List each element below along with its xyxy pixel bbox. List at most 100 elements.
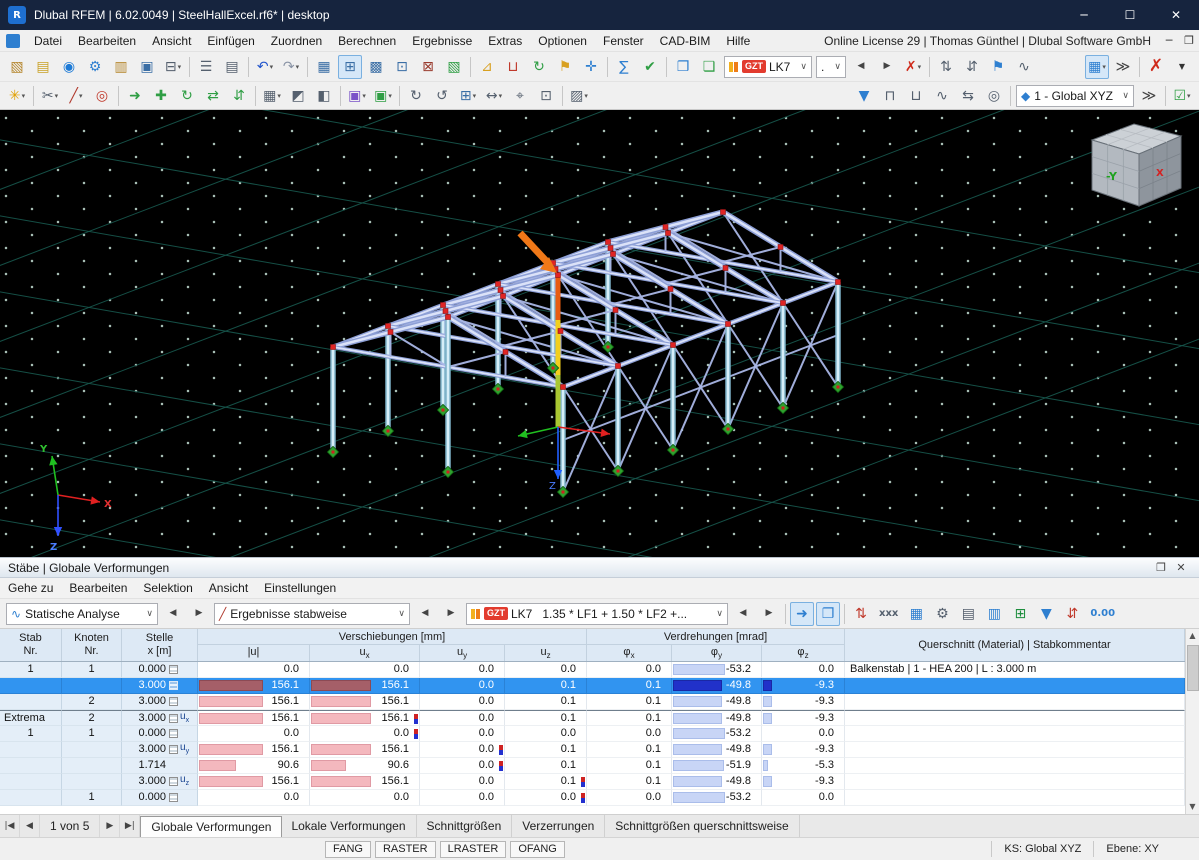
line-tool-icon[interactable]: ╱ ▾ — [64, 84, 88, 108]
table-row[interactable]: 3.000 uz 156.1 156.1 0.0 0.1 0.1 -49.8 -9.3 — [0, 774, 1185, 790]
more-views-icon[interactable]: ≫ — [1137, 84, 1161, 108]
clipping-plane-icon[interactable]: ⊓ — [878, 84, 902, 108]
chevron-down-icon[interactable]: ∨ — [146, 609, 153, 619]
table-row[interactable]: 1 1 0.000 0.0 0.0 0.0 0.0 0.0 -53.2 0.0 Balkenstab… — [0, 662, 1185, 678]
previous-view-icon[interactable]: ↺ — [430, 84, 454, 108]
result-diagram-icon[interactable]: ∿ — [1012, 55, 1036, 79]
column-header-knoten[interactable]: Knoten Nr. — [62, 629, 122, 661]
table-scrollbar[interactable]: ▲ ▼ — [1185, 629, 1199, 814]
copy-tool-icon[interactable]: ✚ — [149, 84, 173, 108]
column-header-uy[interactable]: uy — [420, 645, 505, 661]
maximize-button[interactable]: ☐ — [1107, 0, 1153, 30]
workplane-icon[interactable]: ◩ — [286, 84, 310, 108]
excel-export-icon[interactable]: ⊞ — [1008, 602, 1032, 626]
sync-view-icon[interactable]: ❐ — [816, 601, 840, 626]
column-header-ux[interactable]: ux — [310, 645, 420, 661]
decimal-display[interactable]: 0.00 — [1090, 608, 1115, 619]
panel-close-button[interactable]: ✕ — [1171, 561, 1191, 574]
move-tool-icon[interactable]: ➜ — [123, 84, 147, 108]
scroll-up-icon[interactable]: ▲ — [1186, 629, 1199, 643]
table-row[interactable]: 1 1 0.000 0.0 0.0 0.0 0.0 0.0 -53.2 0.0 — [0, 726, 1185, 742]
toolbar-overflow-icon[interactable]: ▼ — [1170, 55, 1194, 79]
table-row[interactable]: 3.000 156.1 156.1 0.0 0.1 0.1 -49.8 -9.3 — [0, 678, 1185, 694]
status-toggle-lraster[interactable]: LRASTER — [439, 840, 507, 858]
close-button[interactable]: ✕ — [1153, 0, 1199, 30]
tab-schnittgrossen-querschnittsweise[interactable]: Schnittgrößen querschnittsweise — [605, 815, 800, 837]
settings-gear-icon[interactable]: ⚙ — [83, 55, 107, 79]
last-page-button[interactable]: ▶| — [120, 815, 141, 837]
navigator-icon[interactable]: ☰ — [194, 55, 218, 79]
magnet-icon[interactable]: ⊔ — [501, 55, 525, 79]
sync-selection-icon[interactable]: ➜ — [790, 601, 814, 626]
tab-verzerrungen[interactable]: Verzerrungen — [512, 815, 606, 837]
guidelines-icon[interactable]: ▣ ▾ — [345, 84, 369, 108]
node-tool-icon[interactable]: ◎ — [90, 84, 114, 108]
scrollbar-thumb[interactable] — [1186, 645, 1199, 691]
table-formulas-icon[interactable]: ⊡ — [390, 55, 414, 79]
menu-ergebnisse[interactable]: Ergebnisse — [404, 32, 480, 50]
close-results-icon[interactable]: ✗ — [1144, 55, 1168, 79]
tables-icon[interactable]: ▦ — [312, 55, 336, 79]
snapshot-icon[interactable]: ◎ — [982, 84, 1006, 108]
previous-loading-icon[interactable]: ◀ — [849, 55, 873, 79]
tab-globale-verformungen[interactable]: Globale Verformungen — [140, 816, 283, 837]
status-toggle-fang[interactable]: FANG — [325, 840, 371, 858]
menu-ansicht[interactable]: Ansicht — [144, 32, 199, 50]
dimension-icon[interactable]: ⊿ — [475, 55, 499, 79]
cut-tool-icon[interactable]: ✂ ▾ — [38, 84, 62, 108]
document-icon[interactable] — [6, 33, 20, 48]
view-combo[interactable]: ◆ 1 - Global XYZ ∨ — [1016, 84, 1134, 107]
column-header-stelle[interactable]: Stelle x [m] — [122, 629, 198, 661]
mdi-minimize-button[interactable]: ─ — [1159, 34, 1179, 47]
sort-results-icon[interactable]: ⇵ — [1060, 602, 1084, 626]
results-grid-icon[interactable]: ▦ ▾ — [1085, 54, 1109, 79]
paste-icon[interactable]: ▤ — [31, 55, 55, 79]
filter-results-icon[interactable]: ▼ — [1034, 602, 1058, 626]
column-header-querschnitt[interactable]: Querschnitt (Material) | Stabkommentar — [845, 629, 1185, 661]
next-result-mode-icon[interactable]: ▶ — [439, 602, 463, 626]
save-icon[interactable]: ▣ — [135, 55, 159, 79]
mdi-restore-button[interactable]: ❐ — [1179, 34, 1199, 47]
menu-einfugen[interactable]: Einfügen — [199, 32, 262, 50]
menu-hilfe[interactable]: Hilfe — [718, 32, 758, 50]
clipboard-icon[interactable]: ▥ — [109, 55, 133, 79]
column-header-phiz[interactable]: φz — [762, 645, 845, 661]
chevron-down-icon[interactable]: ∨ — [834, 62, 841, 72]
rotate-view-icon[interactable]: ↻ — [404, 84, 428, 108]
window-arrange-icon[interactable]: ❏ — [697, 55, 721, 79]
menu-extras[interactable]: Extras — [480, 32, 530, 50]
panel-float-button[interactable]: ❐ — [1151, 561, 1171, 574]
menu-berechnen[interactable]: Berechnen — [330, 32, 404, 50]
bim-cloud-icon[interactable]: ◉ — [57, 55, 81, 79]
analysis-type-combo[interactable]: ∿ Statische Analyse ∨ — [6, 602, 158, 625]
tab-schnittgrossen[interactable]: Schnittgrößen — [417, 815, 513, 837]
snap-settings-icon[interactable]: ✳ ▾ — [5, 84, 29, 108]
panel-menu-einstellungen[interactable]: Einstellungen — [256, 579, 344, 597]
chevron-down-icon[interactable]: ∨ — [800, 62, 807, 72]
table-settings-icon[interactable]: ⚙ — [930, 602, 954, 626]
compare-views-icon[interactable]: ⇆ — [956, 84, 980, 108]
results-table-icon[interactable]: ⊞ — [338, 54, 362, 79]
panel-menu-ansicht[interactable]: Ansicht — [201, 579, 256, 597]
table-row[interactable]: 2 3.000 156.1 156.1 0.0 0.1 0.1 -49.8 -9.3 — [0, 694, 1185, 710]
status-toggle-ofang[interactable]: OFANG — [510, 840, 565, 858]
panel-menu-gehe-zu[interactable]: Gehe zu — [0, 579, 61, 597]
next-loading-icon[interactable]: ▶ — [875, 55, 899, 79]
grid-settings-icon[interactable]: ⊞ ▾ — [456, 84, 480, 108]
print-icon[interactable]: ⊟ ▾ — [161, 55, 185, 79]
prev-page-button[interactable]: ◀ — [20, 815, 40, 837]
chevron-down-icon[interactable]: ∨ — [716, 609, 723, 619]
extreme-values-icon[interactable]: ⇵ — [960, 55, 984, 79]
column-header-phix[interactable]: φx — [587, 645, 672, 661]
column-header-uz[interactable]: uz — [505, 645, 587, 661]
visibility-filter-icon[interactable]: ☑ ▾ — [1170, 84, 1194, 108]
comment-icon[interactable]: ⚑ — [553, 55, 577, 79]
menu-bearbeiten[interactable]: Bearbeiten — [70, 32, 144, 50]
selection-table-icon[interactable]: ▦ ▾ — [260, 84, 284, 108]
result-mode-combo[interactable]: ╱ Ergebnisse stabweise ∨ — [214, 602, 410, 625]
table-row[interactable]: 1 0.000 0.0 0.0 0.0 0.0 0.0 -53.2 0.0 — [0, 790, 1185, 806]
table-delete-icon[interactable]: ⊠ — [416, 55, 440, 79]
report-icon[interactable]: ▤ — [220, 55, 244, 79]
table-row[interactable]: 3.000 uy 156.1 156.1 0.0 0.1 0.1 -49.8 -9.3 — [0, 742, 1185, 758]
zoom-window-icon[interactable]: ⊡ — [534, 84, 558, 108]
